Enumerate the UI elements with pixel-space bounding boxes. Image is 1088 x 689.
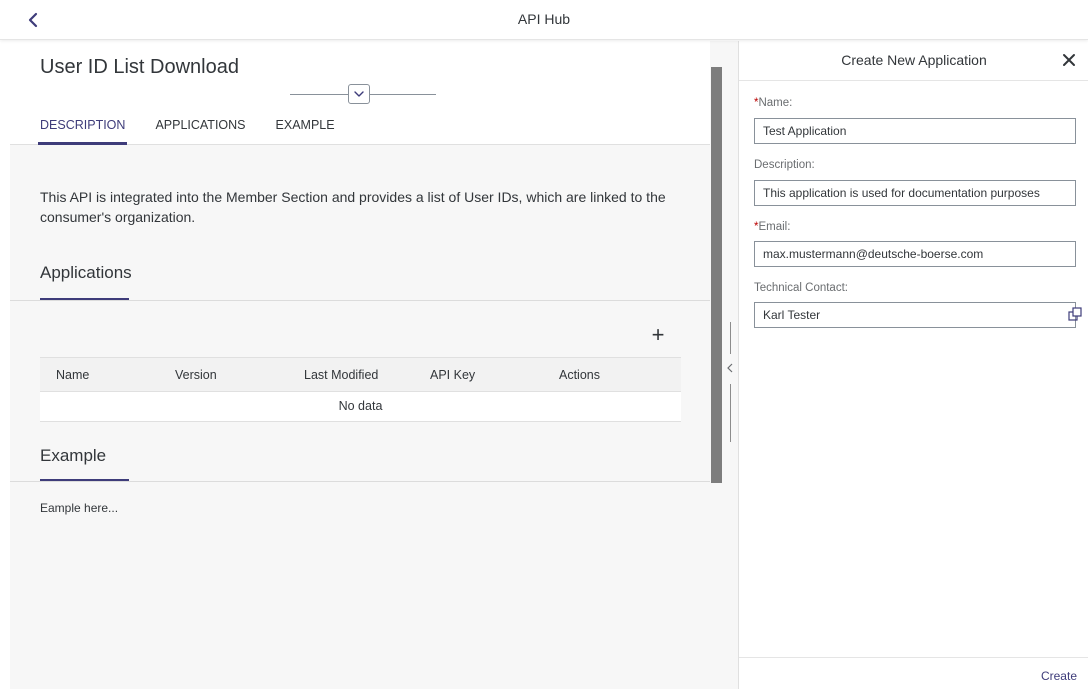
left-gutter	[0, 41, 10, 689]
panel-header: Create New Application	[739, 41, 1088, 81]
description-text: This API is integrated into the Member S…	[40, 189, 666, 225]
tab-example[interactable]: EXAMPLE	[274, 117, 337, 145]
close-icon	[1063, 54, 1075, 66]
no-data-text: No data	[338, 399, 383, 413]
email-label-text: Email:	[758, 221, 791, 233]
tab-applications[interactable]: APPLICATIONS	[153, 117, 247, 145]
splitter-line	[730, 322, 731, 354]
value-help-icon	[1068, 307, 1082, 321]
column-header-api-key: API Key	[430, 368, 476, 382]
value-help-button[interactable]	[1065, 303, 1085, 327]
section-divider	[10, 300, 710, 301]
section-tabs: DESCRIPTION APPLICATIONS EXAMPLE	[38, 117, 363, 145]
create-button[interactable]: Create	[1041, 669, 1077, 683]
splitter-line	[730, 384, 731, 442]
email-label: *Email:	[754, 221, 790, 233]
api-detail-page: User ID List Download DESCRIPTION APPLIC…	[10, 41, 710, 689]
tab-description[interactable]: DESCRIPTION	[38, 117, 128, 145]
panel-title: Create New Application	[841, 52, 987, 68]
example-text: Eample here...	[40, 501, 119, 515]
table-row: No data	[40, 392, 681, 422]
description-input[interactable]	[754, 180, 1076, 206]
shell-bar: API Hub	[0, 0, 1088, 40]
column-header-last-modified: Last Modified	[304, 368, 379, 382]
create-application-panel: Create New Application *Name: Descriptio…	[738, 41, 1088, 689]
scrollbar-thumb[interactable]	[711, 67, 722, 483]
email-input[interactable]	[754, 241, 1076, 267]
applications-table: Name Version Last Modified API Key Actio…	[40, 357, 681, 422]
column-header-version: Version	[175, 368, 217, 382]
example-section-title: Example	[40, 446, 107, 465]
applications-section-title: Applications	[40, 263, 132, 282]
section-divider	[10, 481, 710, 482]
chevron-left-icon	[727, 363, 733, 373]
column-header-actions: Actions	[559, 368, 600, 382]
name-label: *Name:	[754, 97, 792, 109]
collapse-header-button[interactable]	[348, 84, 370, 104]
panel-footer: Create	[739, 657, 1088, 689]
page-title: User ID List Download	[40, 56, 239, 78]
app-title: API Hub	[517, 11, 571, 27]
close-panel-button[interactable]	[1061, 52, 1077, 68]
splitter-toggle-button[interactable]	[724, 358, 736, 378]
object-header: User ID List Download DESCRIPTION APPLIC…	[10, 41, 710, 145]
chevron-down-icon	[354, 91, 364, 97]
technical-contact-value: Karl Tester	[763, 308, 821, 322]
table-header: Name Version Last Modified API Key Actio…	[40, 357, 681, 392]
technical-contact-field[interactable]: Karl Tester	[754, 302, 1082, 328]
name-input[interactable]	[754, 118, 1076, 144]
add-application-button[interactable]: +	[648, 324, 668, 346]
column-header-name: Name	[56, 368, 90, 382]
description-label: Description:	[754, 159, 815, 171]
name-label-text: Name:	[758, 97, 793, 109]
technical-contact-label: Technical Contact:	[754, 282, 848, 294]
